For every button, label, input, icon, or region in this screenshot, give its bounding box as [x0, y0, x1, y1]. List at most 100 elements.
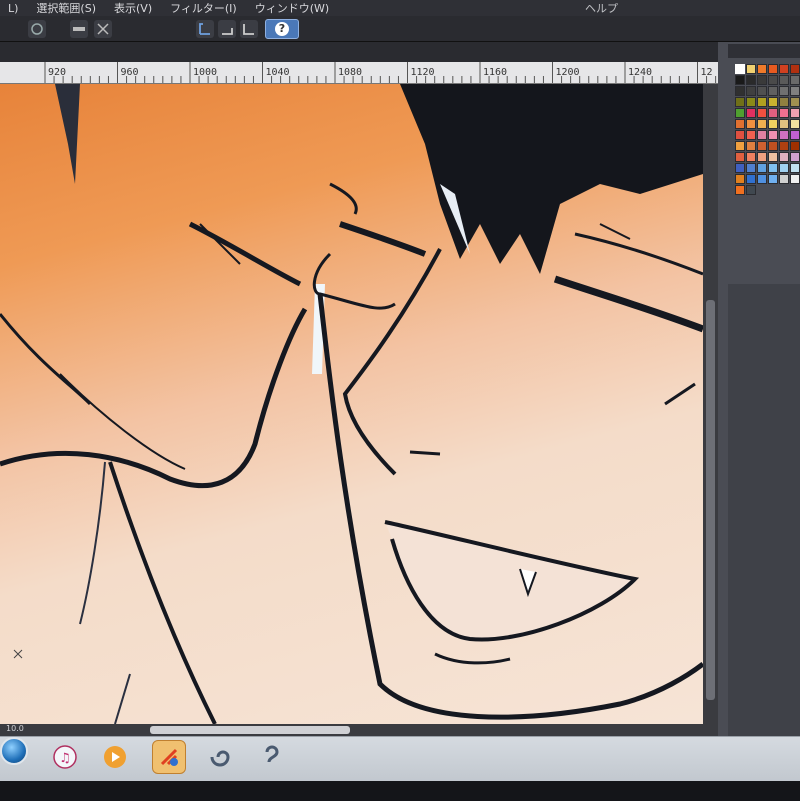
- color-swatch[interactable]: [768, 130, 778, 140]
- color-swatch[interactable]: [768, 119, 778, 129]
- color-swatch[interactable]: [735, 119, 745, 129]
- clip-studio-paint-icon[interactable]: [203, 740, 237, 774]
- color-swatch[interactable]: [779, 141, 789, 151]
- color-swatch[interactable]: [790, 174, 800, 184]
- color-swatch[interactable]: [746, 97, 756, 107]
- color-swatch[interactable]: [735, 185, 745, 195]
- color-swatch[interactable]: [735, 64, 745, 74]
- color-swatch[interactable]: [790, 141, 800, 151]
- color-swatch[interactable]: [768, 163, 778, 173]
- color-swatch[interactable]: [757, 75, 767, 85]
- color-swatch[interactable]: [746, 141, 756, 151]
- color-swatch[interactable]: [790, 130, 800, 140]
- color-swatch[interactable]: [757, 108, 767, 118]
- clip-studio-icon[interactable]: [152, 740, 186, 774]
- color-swatch[interactable]: [735, 174, 745, 184]
- color-swatch[interactable]: [768, 75, 778, 85]
- palette-empty-area: [728, 284, 800, 739]
- color-swatch[interactable]: [735, 108, 745, 118]
- color-set-palette: [735, 64, 800, 284]
- color-swatch[interactable]: [790, 97, 800, 107]
- horizontal-scrollbar-thumb[interactable]: [150, 726, 350, 734]
- menu-item-layer[interactable]: L): [0, 2, 28, 15]
- menu-item-filter[interactable]: フィルター(I): [162, 0, 247, 16]
- color-swatch[interactable]: [746, 108, 756, 118]
- color-swatch[interactable]: [746, 64, 756, 74]
- color-swatch[interactable]: [746, 185, 756, 195]
- vertical-scrollbar-thumb[interactable]: [706, 300, 715, 700]
- help-button[interactable]: ?: [265, 19, 299, 39]
- color-swatch[interactable]: [768, 152, 778, 162]
- color-swatch[interactable]: [757, 141, 767, 151]
- ruler-icon[interactable]: [70, 20, 88, 38]
- svg-text:♫: ♫: [59, 751, 71, 766]
- color-swatch[interactable]: [768, 174, 778, 184]
- color-swatch[interactable]: [746, 86, 756, 96]
- color-swatch[interactable]: [768, 141, 778, 151]
- color-swatch[interactable]: [735, 75, 745, 85]
- ruler-tick-label: 1080: [338, 67, 362, 78]
- color-swatch[interactable]: [757, 163, 767, 173]
- color-swatch[interactable]: [779, 163, 789, 173]
- color-swatch[interactable]: [779, 86, 789, 96]
- color-swatch[interactable]: [768, 97, 778, 107]
- grid-icon[interactable]: [94, 20, 112, 38]
- snap-icon[interactable]: [28, 20, 46, 38]
- start-orb-icon[interactable]: [0, 737, 28, 765]
- ruler-tick-label: 1000: [193, 67, 217, 78]
- color-swatch[interactable]: [735, 97, 745, 107]
- color-swatch[interactable]: [790, 163, 800, 173]
- color-swatch[interactable]: [735, 163, 745, 173]
- color-swatch[interactable]: [735, 152, 745, 162]
- menu-item-view[interactable]: 表示(V): [106, 0, 162, 16]
- color-swatch[interactable]: [746, 75, 756, 85]
- rotate-left-icon[interactable]: [196, 20, 214, 38]
- color-swatch[interactable]: [757, 152, 767, 162]
- color-swatch[interactable]: [757, 119, 767, 129]
- color-swatch[interactable]: [735, 141, 745, 151]
- color-swatch[interactable]: [779, 75, 789, 85]
- line-art: [0, 84, 703, 724]
- ruler-tick-label: 1200: [556, 67, 580, 78]
- color-swatch[interactable]: [757, 86, 767, 96]
- color-swatch[interactable]: [757, 97, 767, 107]
- color-swatch[interactable]: [779, 119, 789, 129]
- color-swatch[interactable]: [735, 86, 745, 96]
- color-swatch[interactable]: [757, 64, 767, 74]
- clip-studio-modeler-icon[interactable]: [255, 740, 289, 774]
- color-swatch[interactable]: [779, 97, 789, 107]
- color-swatch[interactable]: [746, 174, 756, 184]
- color-swatch[interactable]: [757, 174, 767, 184]
- color-swatch[interactable]: [779, 64, 789, 74]
- menu-item-help[interactable]: ヘルプ: [585, 0, 618, 16]
- color-swatch[interactable]: [768, 108, 778, 118]
- color-swatch[interactable]: [757, 130, 767, 140]
- color-swatch[interactable]: [790, 75, 800, 85]
- menu-item-window[interactable]: ウィンドウ(W): [247, 0, 339, 16]
- color-swatch[interactable]: [768, 86, 778, 96]
- monitor-bezel: [0, 781, 800, 801]
- menu-item-selection[interactable]: 選択範囲(S): [28, 0, 106, 16]
- flip-icon[interactable]: [240, 20, 258, 38]
- color-swatch[interactable]: [768, 64, 778, 74]
- color-swatch[interactable]: [779, 152, 789, 162]
- ruler-tick-label: 1040: [266, 67, 290, 78]
- color-swatch[interactable]: [746, 163, 756, 173]
- color-swatch[interactable]: [790, 119, 800, 129]
- color-swatch[interactable]: [790, 152, 800, 162]
- rotate-right-icon[interactable]: [218, 20, 236, 38]
- color-swatch[interactable]: [746, 130, 756, 140]
- color-swatch[interactable]: [790, 108, 800, 118]
- color-swatch[interactable]: [779, 108, 789, 118]
- color-swatch[interactable]: [779, 174, 789, 184]
- color-swatch[interactable]: [735, 130, 745, 140]
- toolbar: ?: [0, 16, 800, 42]
- color-swatch[interactable]: [779, 130, 789, 140]
- drawing-canvas[interactable]: [0, 84, 703, 724]
- color-swatch[interactable]: [790, 86, 800, 96]
- color-swatch[interactable]: [790, 64, 800, 74]
- color-swatch[interactable]: [746, 119, 756, 129]
- media-player-icon[interactable]: [98, 740, 132, 774]
- itunes-icon[interactable]: ♫: [48, 740, 82, 774]
- color-swatch[interactable]: [746, 152, 756, 162]
